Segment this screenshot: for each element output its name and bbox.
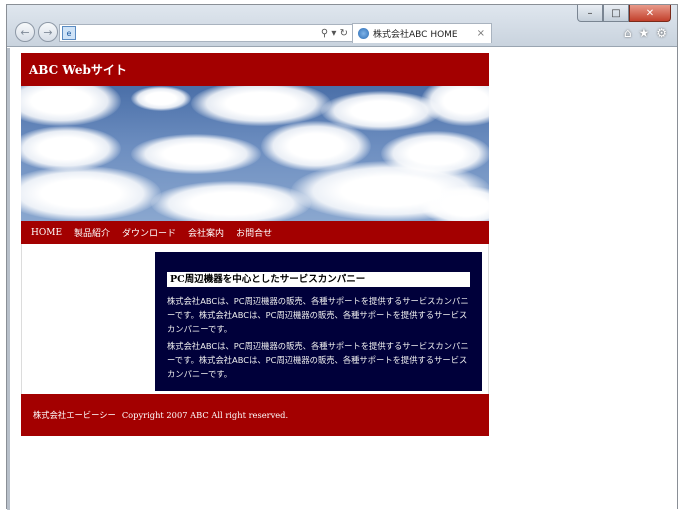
- browser-toolbar-icons: ⌂ ★ ⚙: [624, 26, 667, 40]
- ie-tab-icon: [358, 28, 369, 39]
- tab-title: 株式会社ABC HOME: [373, 30, 458, 40]
- nav-products[interactable]: 製品紹介: [74, 226, 110, 239]
- nav-company[interactable]: 会社案内: [188, 226, 224, 239]
- website: ABC Webサイト HOME 製品紹介 ダウンロード 会社案内 お問合せ PC…: [21, 53, 489, 436]
- browser-tab[interactable]: 株式会社ABC HOME ×: [352, 23, 492, 43]
- maximize-button[interactable]: □: [603, 5, 629, 22]
- footer-company: 株式会社エービーシー: [33, 410, 116, 420]
- window-controls: – □ ✕: [577, 5, 671, 22]
- favorites-star-icon[interactable]: ★: [638, 26, 649, 40]
- address-bar[interactable]: e ⚲ ▾ ↻: [59, 24, 354, 42]
- close-window-button[interactable]: ✕: [629, 5, 671, 22]
- minimize-button[interactable]: –: [577, 5, 603, 22]
- article-box: PC周辺機器を中心としたサービスカンパニー 株式会社ABCは、PC周辺機器の販売…: [155, 252, 482, 391]
- nav-download[interactable]: ダウンロード: [122, 226, 176, 239]
- home-icon[interactable]: ⌂: [624, 26, 632, 40]
- site-title: ABC Webサイト: [29, 63, 127, 77]
- search-refresh-icons[interactable]: ⚲ ▾ ↻: [321, 28, 348, 39]
- site-footer: 株式会社エービーシー Copyright 2007 ABC All right …: [21, 394, 489, 436]
- tab-close-icon[interactable]: ×: [477, 28, 485, 39]
- browser-window: – □ ✕ ← → e ⚲ ▾ ↻ 株式会社ABC HOME × ⌂ ★ ⚙ A…: [6, 4, 678, 510]
- main-content: PC周辺機器を中心としたサービスカンパニー 株式会社ABCは、PC周辺機器の販売…: [21, 244, 489, 394]
- footer-copyright: Copyright 2007 ABC All right reserved.: [121, 410, 289, 420]
- settings-gear-icon[interactable]: ⚙: [656, 26, 667, 40]
- article-paragraph-1: 株式会社ABCは、PC周辺機器の販売、各種サポートを提供するサービスカンパニーで…: [167, 296, 469, 334]
- hero-sky-image: [21, 86, 489, 221]
- url-input[interactable]: [80, 26, 321, 40]
- main-nav: HOME 製品紹介 ダウンロード 会社案内 お問合せ: [21, 221, 489, 244]
- page-viewport: ABC Webサイト HOME 製品紹介 ダウンロード 会社案内 お問合せ PC…: [7, 48, 677, 510]
- nav-home[interactable]: HOME: [31, 228, 62, 238]
- browser-chrome: – □ ✕ ← → e ⚲ ▾ ↻ 株式会社ABC HOME × ⌂ ★ ⚙: [7, 5, 677, 47]
- back-button[interactable]: ←: [15, 22, 35, 42]
- forward-arrow-icon: →: [43, 25, 53, 39]
- ie-page-icon: e: [62, 26, 76, 40]
- forward-button[interactable]: →: [38, 22, 58, 42]
- article-heading: PC周辺機器を中心としたサービスカンパニー: [167, 272, 470, 287]
- article-paragraph-2: 株式会社ABCは、PC周辺機器の販売、各種サポートを提供するサービスカンパニーで…: [167, 341, 469, 379]
- back-arrow-icon: ←: [20, 25, 30, 39]
- nav-contact[interactable]: お問合せ: [236, 226, 272, 239]
- site-header: ABC Webサイト: [21, 53, 489, 86]
